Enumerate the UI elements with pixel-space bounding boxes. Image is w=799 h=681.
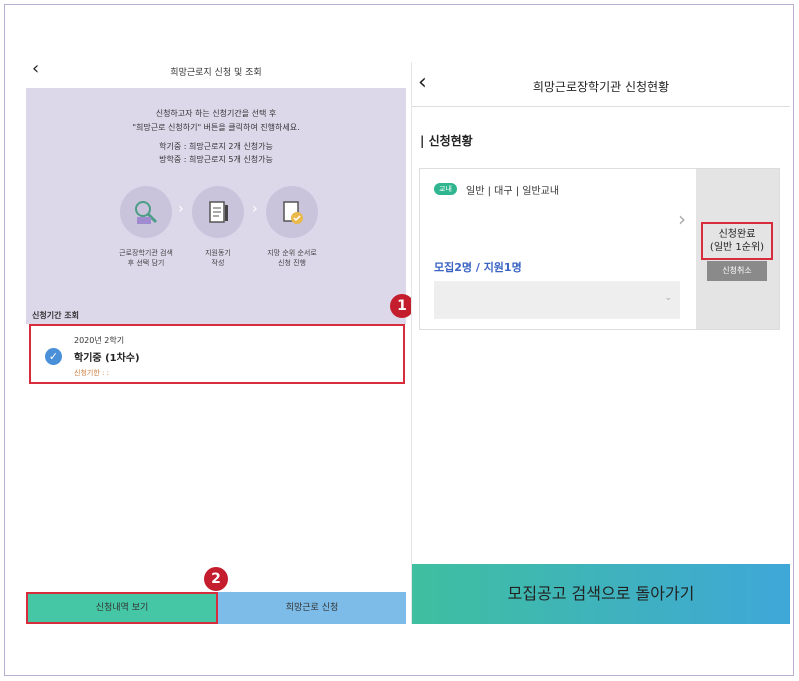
view-history-button[interactable]: 신청내역 보기 xyxy=(26,592,218,624)
check-icon[interactable]: ✓ xyxy=(45,348,62,365)
apply-button[interactable]: 희망근로 신청 xyxy=(218,592,406,624)
intro-line: 신청하고자 하는 신청기간을 선택 후 xyxy=(155,109,277,118)
step-label-line: 근로장학기관 검색 xyxy=(119,249,173,257)
chevron-right-icon[interactable]: › xyxy=(678,207,686,231)
header: ‹ 희망근로장학기관 신청현황 xyxy=(412,62,790,107)
cancel-application-button[interactable]: 신청취소 xyxy=(707,261,767,281)
period-deadline: 신청기한 : : xyxy=(74,369,109,377)
period-term: 학기중 (1차수) xyxy=(74,353,140,364)
search-institution-icon xyxy=(120,186,172,238)
step-arrow-icon: › xyxy=(178,201,184,217)
step-arrow-icon: › xyxy=(252,201,258,217)
category-text: 일반 | 대구 | 일반교내 xyxy=(466,186,560,197)
status-line: (일반 1순위) xyxy=(709,242,765,253)
step-label-line: 후 선택 담기 xyxy=(127,259,165,267)
section-title: 신청기간 조회 xyxy=(32,311,79,320)
chevron-down-icon: ⌄ xyxy=(664,293,672,303)
intro-line: 방학중 : 희망근로지 5개 신청가능 xyxy=(159,155,273,164)
step-badge-2: 2 xyxy=(204,567,228,591)
submit-document-icon xyxy=(266,186,318,238)
page-title: 희망근로지 신청 및 조회 xyxy=(170,68,262,78)
quota-text: 모집2명 / 지원1명 xyxy=(434,261,522,274)
detail-dropdown[interactable]: ⌄ xyxy=(434,281,680,319)
page-title: 희망근로장학기관 신청현황 xyxy=(532,80,670,94)
status-line: 신청완료 xyxy=(718,229,756,240)
campus-tag: 교내 xyxy=(434,183,457,195)
step-label-line: 작성 xyxy=(211,259,225,267)
document-icon xyxy=(192,186,244,238)
status-badge: 신청완료 (일반 1순위) xyxy=(701,222,773,260)
application-screen: ‹ 희망근로지 신청 및 조회 신청하고자 하는 신청기간을 선택 후 "희망근… xyxy=(26,56,414,624)
intro-line: "희망근로 신청하기" 버튼을 클릭하여 진행하세요. xyxy=(132,123,300,132)
header: ‹ 희망근로지 신청 및 조회 xyxy=(26,56,406,86)
period-year: 2020년 2학기 xyxy=(74,336,125,345)
step-label-line: 지망 순위 순서로 xyxy=(267,249,317,257)
application-period-item[interactable]: 2020년 2학기 ✓ 학기중 (1차수) 신청기한 : : xyxy=(29,324,405,384)
step-label: 지망 순위 순서로 신청 진행 xyxy=(247,248,337,268)
application-card[interactable]: 교내 일반 | 대구 | 일반교내 › 모집2명 / 지원1명 ⌄ 신청완료 (… xyxy=(419,168,780,330)
step-label-line: 지원동기 xyxy=(205,249,231,257)
status-screen: ‹ 희망근로장학기관 신청현황 | 신청현황 교내 일반 | 대구 | 일반교내… xyxy=(411,62,790,624)
section-title-text: 신청현황 xyxy=(428,134,473,148)
back-to-search-button[interactable]: 모집공고 검색으로 돌아가기 xyxy=(412,564,790,624)
section-title: | 신청현황 xyxy=(420,134,473,148)
intro-line: 학기중 : 희망근로지 2개 신청가능 xyxy=(159,142,273,151)
info-panel: 신청하고자 하는 신청기간을 선택 후 "희망근로 신청하기" 버튼을 클릭하여… xyxy=(26,88,406,324)
step-label-line: 신청 진행 xyxy=(278,259,306,267)
